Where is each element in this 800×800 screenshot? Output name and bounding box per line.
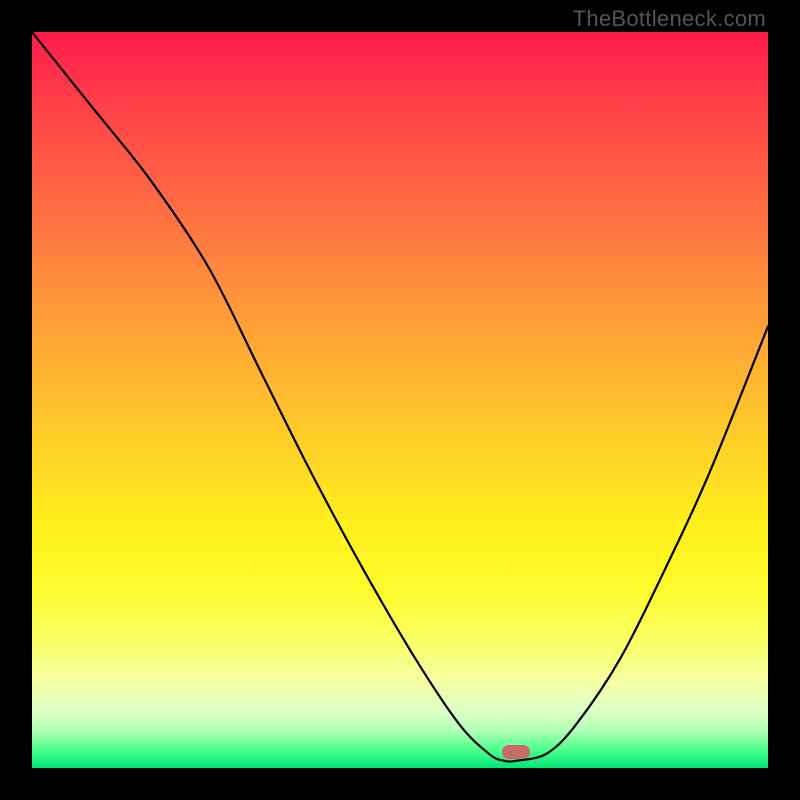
chart-frame: TheBottleneck.com (0, 0, 800, 800)
plot-area (32, 32, 768, 768)
optimal-marker (502, 745, 530, 759)
watermark-text: TheBottleneck.com (573, 6, 766, 32)
bottleneck-curve (32, 32, 768, 768)
